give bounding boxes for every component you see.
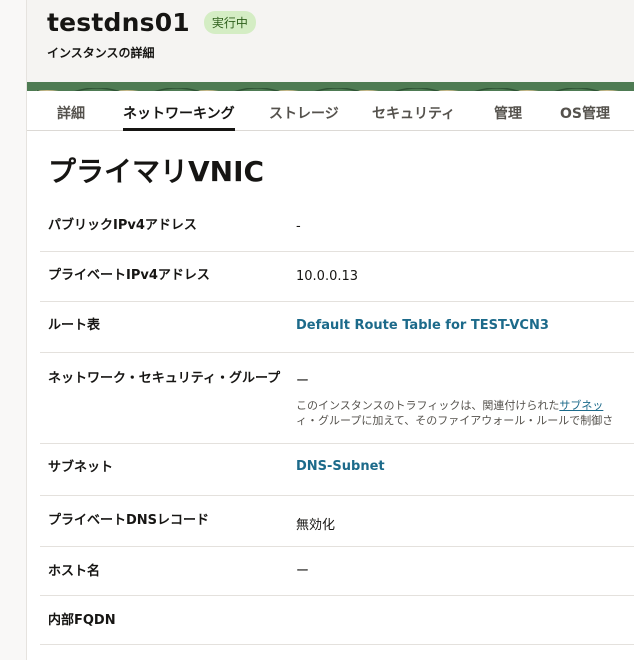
field-value-private-ipv4: 10.0.0.13 bbox=[296, 269, 359, 284]
title-row: testdns01 実行中 bbox=[47, 8, 256, 37]
row-divider bbox=[40, 301, 634, 302]
tab-details[interactable]: 詳細 bbox=[57, 103, 85, 123]
tab-storage[interactable]: ストレージ bbox=[269, 103, 339, 123]
active-tab-indicator bbox=[123, 128, 235, 131]
page-title: testdns01 bbox=[47, 8, 190, 37]
nsg-description-line2: ィ・グループに加えて、そのファイアウォール・ルールで制御さ bbox=[296, 414, 614, 427]
subnet-inline-link[interactable]: サブネッ bbox=[559, 399, 603, 412]
status-badge: 実行中 bbox=[203, 11, 256, 34]
field-label-hostname: ホスト名 bbox=[48, 564, 101, 579]
field-label-internal-fqdn: 内部FQDN bbox=[48, 613, 116, 628]
field-label-public-ipv4: パブリックIPv4アドレス bbox=[48, 218, 197, 233]
tab-management[interactable]: 管理 bbox=[494, 103, 522, 123]
tab-networking[interactable]: ネットワーキング bbox=[123, 103, 235, 123]
row-divider bbox=[40, 595, 634, 596]
field-label-route-table: ルート表 bbox=[48, 318, 101, 333]
field-label-nsg: ネットワーク・セキュリティ・グループ bbox=[48, 371, 281, 386]
field-label-private-dns: プライベートDNSレコード bbox=[48, 513, 210, 528]
tab-bar: 詳細 ネットワーキング ストレージ セキュリティ 管理 OS管理 bbox=[27, 91, 634, 131]
field-value-hostname: ー bbox=[296, 564, 310, 579]
row-divider bbox=[40, 644, 634, 645]
nsg-description-text: このインスタンスのトラフィックは、関連付けられた bbox=[296, 399, 560, 412]
field-value-private-dns: 無効化 bbox=[296, 518, 336, 533]
row-divider bbox=[40, 251, 634, 252]
row-divider bbox=[40, 352, 634, 353]
decorative-banner bbox=[27, 82, 634, 91]
field-label-private-ipv4: プライベートIPv4アドレス bbox=[48, 268, 210, 283]
field-value-public-ipv4: - bbox=[296, 219, 301, 234]
row-divider bbox=[40, 495, 634, 496]
tab-os-management[interactable]: OS管理 bbox=[560, 103, 610, 123]
field-label-subnet: サブネット bbox=[48, 460, 114, 475]
page-subtitle: インスタンスの詳細 bbox=[47, 46, 155, 60]
nsg-description: このインスタンスのトラフィックは、関連付けられたサブネッ bbox=[296, 398, 603, 414]
row-divider bbox=[40, 443, 634, 444]
route-table-link[interactable]: Default Route Table for TEST-VCN3 bbox=[296, 318, 549, 333]
section-title: プライマリVNIC bbox=[48, 155, 265, 188]
row-divider bbox=[40, 546, 634, 547]
left-rail bbox=[0, 0, 27, 660]
subnet-link[interactable]: DNS-Subnet bbox=[296, 459, 385, 474]
tab-security[interactable]: セキュリティ bbox=[372, 103, 455, 123]
page-header: testdns01 実行中 インスタンスの詳細 bbox=[27, 0, 634, 82]
field-value-nsg: ー bbox=[296, 374, 310, 389]
